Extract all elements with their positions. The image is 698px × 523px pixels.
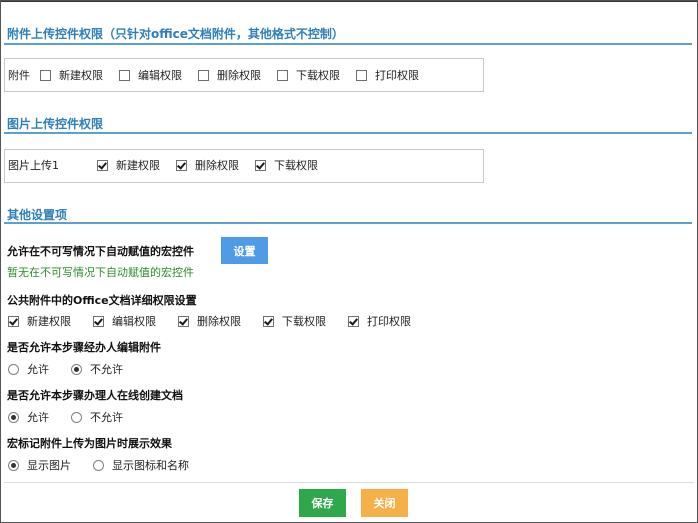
public-download-checkbox[interactable] [263, 315, 274, 327]
image-download-permission[interactable]: 下载权限 [255, 157, 318, 173]
q-create-doc-options: 允许 不允许 [8, 409, 123, 425]
image-delete-checkbox[interactable] [176, 159, 187, 171]
attach-section-title: 附件上传控件权限（只针对office文档附件，其他格式不控制） [7, 27, 344, 41]
q-edit-attach-options: 允许 不允许 [8, 361, 123, 377]
q-create-doc-allow-radio[interactable] [8, 411, 19, 423]
q-create-doc-label: 是否允许本步骤办理人在线创建文档 [7, 389, 183, 402]
image-section-title: 图片上传控件权限 [7, 117, 104, 131]
q-image-display-image[interactable]: 显示图片 [8, 457, 71, 473]
save-button[interactable]: 保存 [299, 489, 346, 517]
attach-edit-checkbox[interactable] [119, 69, 130, 81]
q-create-doc-allow[interactable]: 允许 [8, 409, 49, 425]
other-section-divider [4, 222, 692, 224]
q-image-display-icon-name-radio[interactable] [93, 459, 104, 471]
image-permission-row: 图片上传1 新建权限 删除权限 下载权限 [8, 157, 318, 173]
image-new-permission[interactable]: 新建权限 [97, 157, 160, 173]
q-image-display-image-radio[interactable] [8, 459, 19, 471]
attach-download-checkbox[interactable] [277, 69, 288, 81]
image-section-divider [4, 132, 692, 134]
attach-delete-permission[interactable]: 删除权限 [198, 67, 261, 83]
q-edit-attach-deny[interactable]: 不允许 [71, 361, 123, 377]
attach-permission-row: 附件 新建权限 编辑权限 删除权限 下载权限 打印权限 [8, 67, 419, 83]
set-macro-button[interactable]: 设置 [221, 237, 268, 264]
public-attach-label: 公共附件中的Office文档详细权限设置 [7, 294, 197, 307]
attach-new-permission[interactable]: 新建权限 [40, 67, 103, 83]
q-image-display-icon-name[interactable]: 显示图标和名称 [93, 457, 189, 473]
attach-new-checkbox[interactable] [40, 69, 51, 81]
public-new-permission[interactable]: 新建权限 [8, 313, 71, 329]
image-row-label: 图片上传1 [8, 159, 59, 172]
public-attach-options: 新建权限 编辑权限 删除权限 下载权限 打印权限 [8, 313, 411, 329]
macro-none-text: 暂无在不可写情况下自动赋值的宏控件 [7, 266, 194, 279]
attach-edit-permission[interactable]: 编辑权限 [119, 67, 182, 83]
attach-delete-checkbox[interactable] [198, 69, 209, 81]
public-print-permission[interactable]: 打印权限 [348, 313, 411, 329]
q-image-display-label: 宏标记附件上传为图片时展示效果 [7, 437, 172, 450]
public-delete-permission[interactable]: 删除权限 [178, 313, 241, 329]
public-edit-permission[interactable]: 编辑权限 [93, 313, 156, 329]
public-delete-checkbox[interactable] [178, 315, 189, 327]
public-new-checkbox[interactable] [8, 315, 19, 327]
q-image-display-options: 显示图片 显示图标和名称 [8, 457, 189, 473]
macro-control-label: 允许在不可写情况下自动赋值的宏控件 [7, 245, 194, 258]
footer-divider [4, 482, 694, 483]
close-button[interactable]: 关闭 [361, 489, 408, 517]
q-edit-attach-allow-radio[interactable] [8, 363, 19, 375]
q-edit-attach-deny-radio[interactable] [71, 363, 82, 375]
public-print-checkbox[interactable] [348, 315, 359, 327]
image-delete-permission[interactable]: 删除权限 [176, 157, 239, 173]
image-new-checkbox[interactable] [97, 159, 108, 171]
q-edit-attach-label: 是否允许本步骤经办人编辑附件 [7, 341, 161, 354]
attach-row-label: 附件 [8, 69, 30, 82]
attach-download-permission[interactable]: 下载权限 [277, 67, 340, 83]
public-edit-checkbox[interactable] [93, 315, 104, 327]
public-download-permission[interactable]: 下载权限 [263, 313, 326, 329]
attach-section-divider [4, 43, 692, 45]
attach-print-permission[interactable]: 打印权限 [356, 67, 419, 83]
image-download-checkbox[interactable] [255, 159, 266, 171]
attach-print-checkbox[interactable] [356, 69, 367, 81]
q-create-doc-deny[interactable]: 不允许 [71, 409, 123, 425]
other-section-title: 其他设置项 [7, 208, 68, 222]
q-create-doc-deny-radio[interactable] [71, 411, 82, 423]
q-edit-attach-allow[interactable]: 允许 [8, 361, 49, 377]
